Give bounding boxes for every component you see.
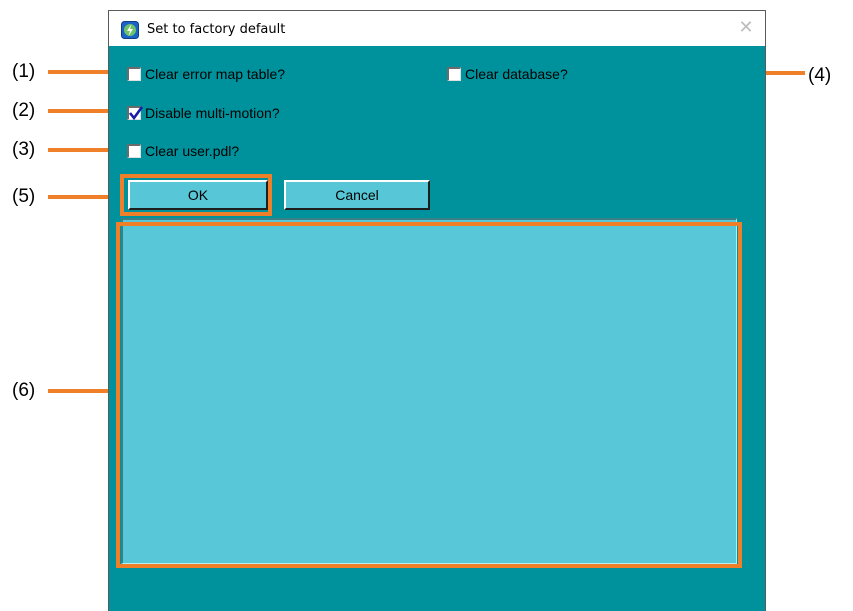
checkbox-box[interactable] [127,144,141,158]
callout-3: (3) [12,139,36,160]
highlight-ok-button [120,174,272,216]
app-logo-icon [121,21,139,39]
highlight-output-area [116,222,742,568]
callout-1: (1) [12,61,36,82]
cancel-button[interactable]: Cancel [284,180,430,210]
checkmark-icon [128,106,144,121]
callout-5: (5) [12,186,36,207]
clear-error-map-checkbox[interactable]: Clear error map table? [127,66,285,82]
checkbox-box-checked[interactable] [127,106,144,121]
clear-database-checkbox[interactable]: Clear database? [447,66,568,82]
checkbox-box[interactable] [127,67,141,81]
title-bar: Set to factory default ✕ [109,10,765,46]
disable-multi-motion-label: Disable multi-motion? [145,105,280,121]
callout-2: (2) [12,100,36,121]
window-title: Set to factory default [147,22,286,37]
close-icon[interactable]: ✕ [737,19,755,37]
clear-database-label: Clear database? [465,66,568,82]
callout-6: (6) [12,380,36,401]
disable-multi-motion-checkbox[interactable]: Disable multi-motion? [127,105,280,121]
clear-error-map-label: Clear error map table? [145,66,286,82]
callout-4: (4) [808,65,832,86]
clear-user-pdl-label: Clear user.pdl? [145,143,240,159]
clear-user-pdl-checkbox[interactable]: Clear user.pdl? [127,143,239,159]
checkbox-box[interactable] [447,67,461,81]
